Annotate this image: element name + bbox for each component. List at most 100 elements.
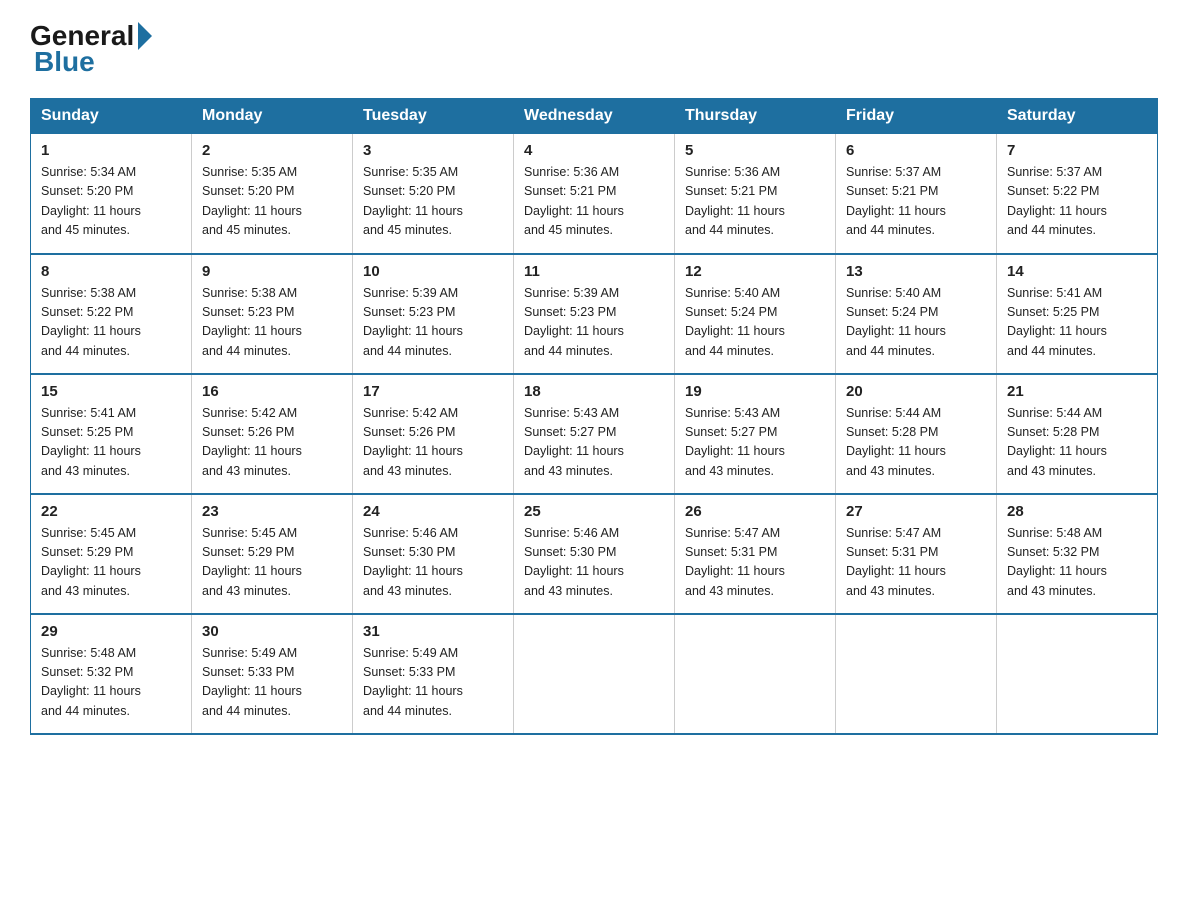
calendar-cell — [997, 614, 1158, 734]
day-number: 30 — [202, 623, 342, 640]
calendar-cell: 20 Sunrise: 5:44 AM Sunset: 5:28 PM Dayl… — [836, 374, 997, 494]
calendar-cell: 31 Sunrise: 5:49 AM Sunset: 5:33 PM Dayl… — [353, 614, 514, 734]
calendar-cell — [675, 614, 836, 734]
calendar-cell: 3 Sunrise: 5:35 AM Sunset: 5:20 PM Dayli… — [353, 134, 514, 254]
day-number: 14 — [1007, 263, 1147, 280]
header-cell-wednesday: Wednesday — [514, 99, 675, 134]
day-info: Sunrise: 5:42 AM Sunset: 5:26 PM Dayligh… — [363, 404, 503, 482]
day-info: Sunrise: 5:36 AM Sunset: 5:21 PM Dayligh… — [524, 163, 664, 241]
day-info: Sunrise: 5:40 AM Sunset: 5:24 PM Dayligh… — [846, 284, 986, 362]
calendar-cell: 12 Sunrise: 5:40 AM Sunset: 5:24 PM Dayl… — [675, 254, 836, 374]
day-number: 7 — [1007, 142, 1147, 159]
day-number: 13 — [846, 263, 986, 280]
logo-blue-text: Blue — [34, 46, 95, 78]
day-number: 26 — [685, 503, 825, 520]
day-number: 9 — [202, 263, 342, 280]
header-cell-monday: Monday — [192, 99, 353, 134]
day-number: 6 — [846, 142, 986, 159]
day-info: Sunrise: 5:43 AM Sunset: 5:27 PM Dayligh… — [685, 404, 825, 482]
calendar-cell: 4 Sunrise: 5:36 AM Sunset: 5:21 PM Dayli… — [514, 134, 675, 254]
day-number: 10 — [363, 263, 503, 280]
day-info: Sunrise: 5:36 AM Sunset: 5:21 PM Dayligh… — [685, 163, 825, 241]
calendar-cell: 14 Sunrise: 5:41 AM Sunset: 5:25 PM Dayl… — [997, 254, 1158, 374]
page-header: General Blue — [30, 20, 1158, 78]
header-cell-tuesday: Tuesday — [353, 99, 514, 134]
day-info: Sunrise: 5:47 AM Sunset: 5:31 PM Dayligh… — [685, 524, 825, 602]
calendar-cell: 10 Sunrise: 5:39 AM Sunset: 5:23 PM Dayl… — [353, 254, 514, 374]
day-number: 29 — [41, 623, 181, 640]
calendar-cell: 26 Sunrise: 5:47 AM Sunset: 5:31 PM Dayl… — [675, 494, 836, 614]
week-row-3: 15 Sunrise: 5:41 AM Sunset: 5:25 PM Dayl… — [31, 374, 1158, 494]
calendar-cell: 21 Sunrise: 5:44 AM Sunset: 5:28 PM Dayl… — [997, 374, 1158, 494]
day-number: 21 — [1007, 383, 1147, 400]
calendar-cell: 28 Sunrise: 5:48 AM Sunset: 5:32 PM Dayl… — [997, 494, 1158, 614]
day-number: 8 — [41, 263, 181, 280]
day-number: 31 — [363, 623, 503, 640]
day-number: 12 — [685, 263, 825, 280]
day-number: 18 — [524, 383, 664, 400]
calendar-cell: 16 Sunrise: 5:42 AM Sunset: 5:26 PM Dayl… — [192, 374, 353, 494]
week-row-4: 22 Sunrise: 5:45 AM Sunset: 5:29 PM Dayl… — [31, 494, 1158, 614]
day-info: Sunrise: 5:49 AM Sunset: 5:33 PM Dayligh… — [363, 644, 503, 722]
calendar-cell: 29 Sunrise: 5:48 AM Sunset: 5:32 PM Dayl… — [31, 614, 192, 734]
day-info: Sunrise: 5:44 AM Sunset: 5:28 PM Dayligh… — [846, 404, 986, 482]
header-row: SundayMondayTuesdayWednesdayThursdayFrid… — [31, 99, 1158, 134]
calendar-cell: 9 Sunrise: 5:38 AM Sunset: 5:23 PM Dayli… — [192, 254, 353, 374]
day-number: 25 — [524, 503, 664, 520]
calendar-cell: 17 Sunrise: 5:42 AM Sunset: 5:26 PM Dayl… — [353, 374, 514, 494]
day-number: 16 — [202, 383, 342, 400]
day-info: Sunrise: 5:39 AM Sunset: 5:23 PM Dayligh… — [363, 284, 503, 362]
header-cell-saturday: Saturday — [997, 99, 1158, 134]
day-info: Sunrise: 5:34 AM Sunset: 5:20 PM Dayligh… — [41, 163, 181, 241]
day-info: Sunrise: 5:38 AM Sunset: 5:23 PM Dayligh… — [202, 284, 342, 362]
header-cell-thursday: Thursday — [675, 99, 836, 134]
day-number: 4 — [524, 142, 664, 159]
week-row-2: 8 Sunrise: 5:38 AM Sunset: 5:22 PM Dayli… — [31, 254, 1158, 374]
calendar-table: SundayMondayTuesdayWednesdayThursdayFrid… — [30, 98, 1158, 735]
calendar-body: 1 Sunrise: 5:34 AM Sunset: 5:20 PM Dayli… — [31, 134, 1158, 734]
day-info: Sunrise: 5:43 AM Sunset: 5:27 PM Dayligh… — [524, 404, 664, 482]
calendar-cell: 18 Sunrise: 5:43 AM Sunset: 5:27 PM Dayl… — [514, 374, 675, 494]
calendar-cell: 5 Sunrise: 5:36 AM Sunset: 5:21 PM Dayli… — [675, 134, 836, 254]
day-number: 5 — [685, 142, 825, 159]
day-info: Sunrise: 5:46 AM Sunset: 5:30 PM Dayligh… — [363, 524, 503, 602]
calendar-cell: 30 Sunrise: 5:49 AM Sunset: 5:33 PM Dayl… — [192, 614, 353, 734]
calendar-cell: 1 Sunrise: 5:34 AM Sunset: 5:20 PM Dayli… — [31, 134, 192, 254]
day-info: Sunrise: 5:45 AM Sunset: 5:29 PM Dayligh… — [202, 524, 342, 602]
day-info: Sunrise: 5:42 AM Sunset: 5:26 PM Dayligh… — [202, 404, 342, 482]
day-info: Sunrise: 5:37 AM Sunset: 5:22 PM Dayligh… — [1007, 163, 1147, 241]
calendar-cell: 7 Sunrise: 5:37 AM Sunset: 5:22 PM Dayli… — [997, 134, 1158, 254]
day-info: Sunrise: 5:45 AM Sunset: 5:29 PM Dayligh… — [41, 524, 181, 602]
calendar-cell: 13 Sunrise: 5:40 AM Sunset: 5:24 PM Dayl… — [836, 254, 997, 374]
logo-arrow-icon — [138, 22, 152, 50]
day-number: 28 — [1007, 503, 1147, 520]
day-number: 22 — [41, 503, 181, 520]
week-row-1: 1 Sunrise: 5:34 AM Sunset: 5:20 PM Dayli… — [31, 134, 1158, 254]
day-number: 23 — [202, 503, 342, 520]
calendar-cell: 24 Sunrise: 5:46 AM Sunset: 5:30 PM Dayl… — [353, 494, 514, 614]
logo: General Blue — [30, 20, 154, 78]
day-number: 1 — [41, 142, 181, 159]
day-number: 20 — [846, 383, 986, 400]
calendar-cell: 6 Sunrise: 5:37 AM Sunset: 5:21 PM Dayli… — [836, 134, 997, 254]
day-info: Sunrise: 5:37 AM Sunset: 5:21 PM Dayligh… — [846, 163, 986, 241]
calendar-cell: 2 Sunrise: 5:35 AM Sunset: 5:20 PM Dayli… — [192, 134, 353, 254]
calendar-cell: 19 Sunrise: 5:43 AM Sunset: 5:27 PM Dayl… — [675, 374, 836, 494]
calendar-cell: 27 Sunrise: 5:47 AM Sunset: 5:31 PM Dayl… — [836, 494, 997, 614]
day-number: 3 — [363, 142, 503, 159]
day-number: 11 — [524, 263, 664, 280]
calendar-cell: 25 Sunrise: 5:46 AM Sunset: 5:30 PM Dayl… — [514, 494, 675, 614]
day-info: Sunrise: 5:38 AM Sunset: 5:22 PM Dayligh… — [41, 284, 181, 362]
day-number: 27 — [846, 503, 986, 520]
day-number: 15 — [41, 383, 181, 400]
calendar-cell: 8 Sunrise: 5:38 AM Sunset: 5:22 PM Dayli… — [31, 254, 192, 374]
calendar-cell: 22 Sunrise: 5:45 AM Sunset: 5:29 PM Dayl… — [31, 494, 192, 614]
calendar-cell: 11 Sunrise: 5:39 AM Sunset: 5:23 PM Dayl… — [514, 254, 675, 374]
day-info: Sunrise: 5:48 AM Sunset: 5:32 PM Dayligh… — [1007, 524, 1147, 602]
calendar-header: SundayMondayTuesdayWednesdayThursdayFrid… — [31, 99, 1158, 134]
day-info: Sunrise: 5:41 AM Sunset: 5:25 PM Dayligh… — [41, 404, 181, 482]
day-number: 17 — [363, 383, 503, 400]
header-cell-friday: Friday — [836, 99, 997, 134]
calendar-cell — [836, 614, 997, 734]
day-info: Sunrise: 5:41 AM Sunset: 5:25 PM Dayligh… — [1007, 284, 1147, 362]
